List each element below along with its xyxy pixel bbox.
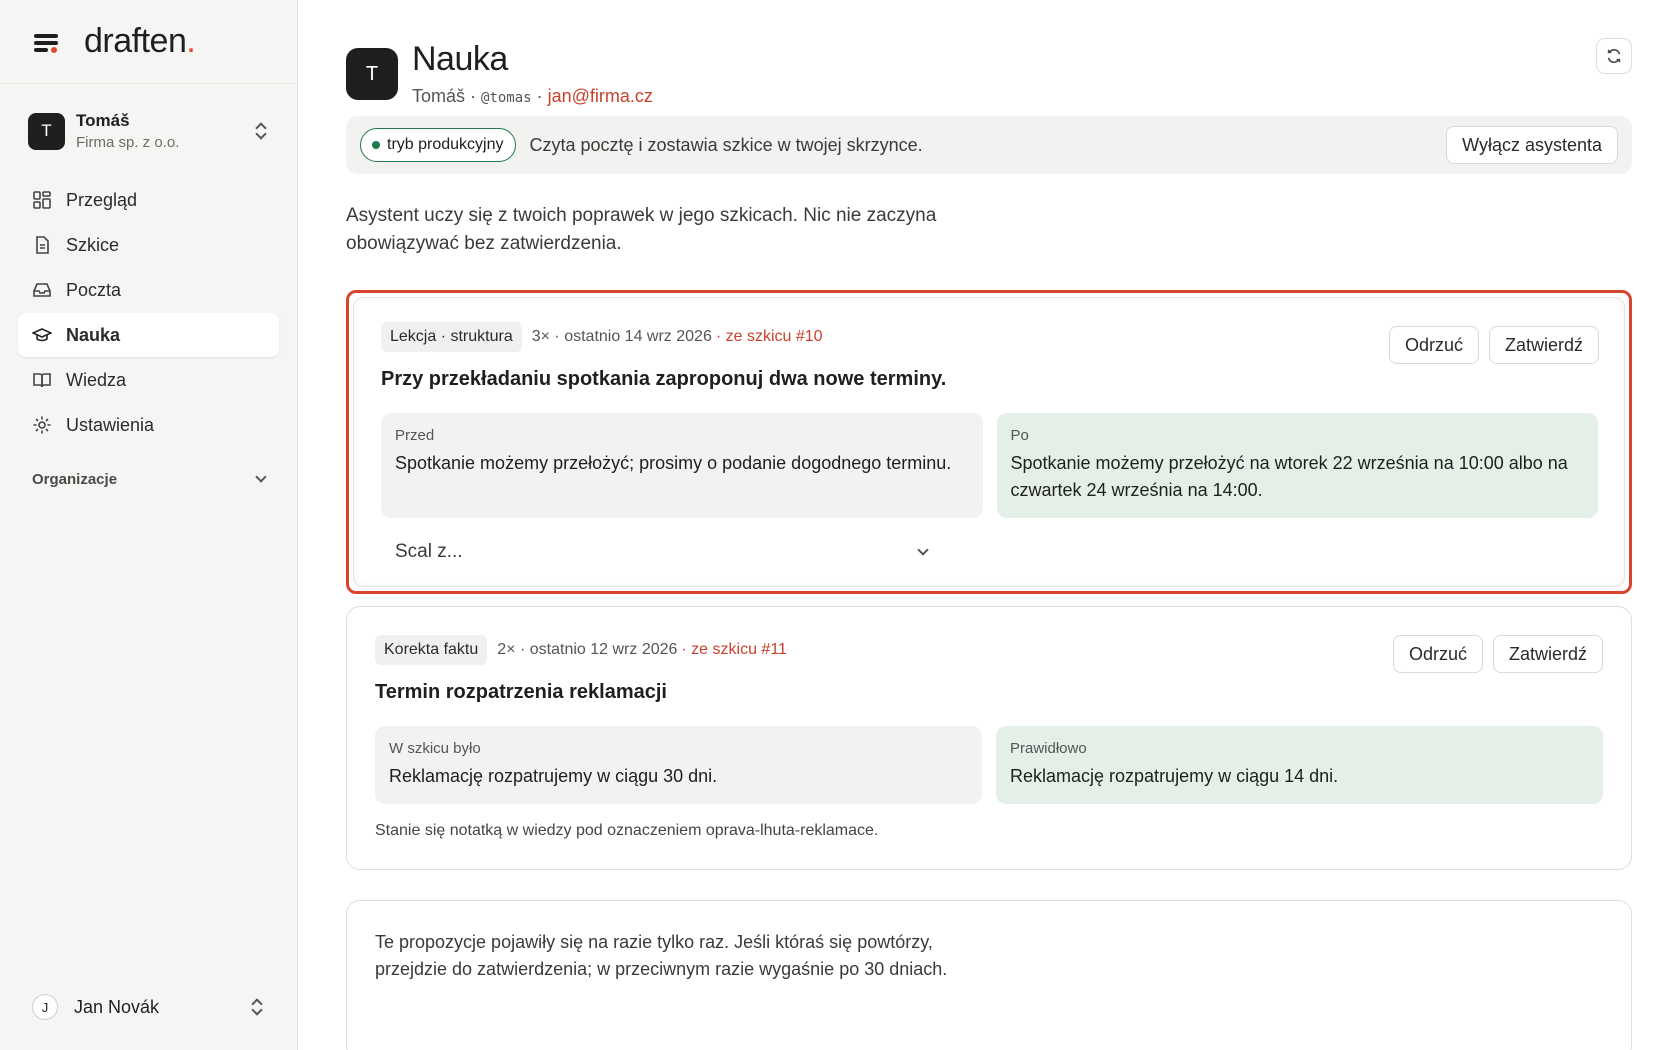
sidebar-item-przeglad[interactable]: Przegląd <box>18 178 279 222</box>
chevron-updown-icon <box>249 997 265 1017</box>
page-title: Nauka <box>412 40 508 78</box>
sidebar-item-label: Nauka <box>66 324 121 345</box>
comparison: Przed Spotkanie możemy przełożyć; prosim… <box>381 413 1598 518</box>
main-content: T Nauka Tomáš · @tomas · jan@firma.cz tr… <box>298 0 1680 1050</box>
graduation-cap-icon <box>32 325 52 345</box>
organizations-toggle[interactable]: Organizacje <box>0 463 297 495</box>
lesson-title: Termin rozpatrzenia reklamacji <box>375 681 667 703</box>
page-header: T Nauka Tomáš · @tomas · jan@firma.cz <box>346 0 1632 116</box>
lesson-tag: Korekta faktu <box>375 635 488 665</box>
owner-email[interactable]: jan@firma.cz <box>548 86 653 106</box>
before-label: W szkicu było <box>389 740 481 757</box>
chevron-updown-icon <box>253 121 269 141</box>
sidebar-item-wiedza[interactable]: Wiedza <box>18 358 279 402</box>
lesson-title: Przy przekładaniu spotkania zaproponuj d… <box>381 368 947 390</box>
sidebar-item-szkice[interactable]: Szkice <box>18 223 279 267</box>
sidebar-item-label: Szkice <box>66 234 120 255</box>
gear-icon <box>32 415 52 435</box>
inbox-icon <box>32 280 52 300</box>
status-dot-icon <box>372 141 380 149</box>
pending-note: Te propozycje pojawiły się na razie tylk… <box>375 932 948 979</box>
source-draft-link[interactable]: · ze szkicu #11 <box>681 641 787 659</box>
book-icon <box>32 370 52 390</box>
last-seen: · ostatnio 14 wrz 2026 <box>554 328 712 345</box>
after-box: Prawidłowo Reklamację rozpatrujemy w cią… <box>996 726 1603 804</box>
sidebar-item-label: Wiedza <box>66 369 127 390</box>
page-subtitle: Tomáš · @tomas · jan@firma.cz <box>412 86 653 107</box>
mode-badge: tryb produkcyjny <box>360 128 516 162</box>
logo[interactable]: draften. <box>84 22 196 61</box>
disable-assistant-button[interactable]: Wyłącz asystenta <box>1446 126 1618 164</box>
chevron-down-icon <box>917 544 929 556</box>
approve-button[interactable]: Zatwierdź <box>1488 326 1599 364</box>
account-name: Tomáš <box>76 111 130 130</box>
source-draft-link[interactable]: · ze szkicu #10 <box>716 328 823 346</box>
refresh-button[interactable] <box>1596 38 1632 74</box>
after-text: Reklamację rozpatrujemy w ciągu 14 dni. <box>1010 766 1339 786</box>
sidebar-item-label: Ustawienia <box>66 414 155 435</box>
sidebar-item-label: Poczta <box>66 279 122 300</box>
fact-correction-card: Korekta faktu 2× · ostatnio 12 wrz 2026 … <box>346 606 1632 870</box>
user-avatar: J <box>32 994 58 1020</box>
account-avatar: T <box>28 112 65 150</box>
before-box: W szkicu było Reklamację rozpatrujemy w … <box>375 726 982 804</box>
sidebar-item-nauka[interactable]: Nauka <box>18 313 279 357</box>
after-label: Po <box>1010 427 1029 444</box>
refresh-icon <box>1607 49 1621 63</box>
before-box: Przed Spotkanie możemy przełożyć; prosim… <box>381 413 983 518</box>
pending-info-card: Te propozycje pojawiły się na razie tylk… <box>346 900 1632 1050</box>
after-box: Po Spotkanie możemy przełożyć na wtorek … <box>996 413 1598 518</box>
sidebar-item-ustawienia[interactable]: Ustawienia <box>18 403 279 447</box>
mode-label: tryb produkcyjny <box>387 136 504 153</box>
document-icon <box>32 235 52 255</box>
after-text: Spotkanie możemy przełożyć na wtorek 22 … <box>1010 453 1568 500</box>
sidebar-nav: Przegląd Szkice Poczta Nauka Wiedza Usta… <box>0 178 297 447</box>
before-text: Reklamację rozpatrujemy w ciągu 30 dni. <box>389 766 718 786</box>
merge-select-value: Scal z... <box>395 541 463 562</box>
organizations-label: Organizacje <box>32 470 118 488</box>
user-menu[interactable]: J Jan Novák <box>32 994 265 1020</box>
lesson-card: Lekcja · struktura 3× · ostatnio 14 wrz … <box>346 290 1632 594</box>
last-seen: · ostatnio 12 wrz 2026 <box>519 641 678 658</box>
before-label: Przed <box>395 427 435 444</box>
separator: · <box>531 86 548 106</box>
user-name: Jan Novák <box>74 996 160 1017</box>
knowledge-note: Stanie się notatką w wiedzy pod oznaczen… <box>375 822 879 839</box>
menu-icon[interactable] <box>32 29 62 55</box>
occurrence-count: 2× <box>497 641 516 658</box>
merge-select[interactable]: Scal z... <box>395 532 935 572</box>
approve-button[interactable]: Zatwierdź <box>1492 635 1603 673</box>
intro-text: Asystent uczy się z twoich poprawek w je… <box>346 205 937 254</box>
owner-handle: @tomas <box>481 90 532 106</box>
chevron-down-icon <box>255 471 267 483</box>
assistant-avatar: T <box>346 48 398 100</box>
after-label: Prawidłowo <box>1010 740 1087 757</box>
occurrence-count: 3× <box>531 328 550 345</box>
account-switcher[interactable]: T Tomáš Firma sp. z o.o. <box>0 84 297 178</box>
reject-button[interactable]: Odrzuć <box>1392 635 1483 673</box>
sidebar: draften. T Tomáš Firma sp. z o.o. Przegl… <box>0 0 298 1050</box>
brand-bar: draften. <box>0 0 297 84</box>
sidebar-item-poczta[interactable]: Poczta <box>18 268 279 312</box>
comparison: W szkicu było Reklamację rozpatrujemy w … <box>375 726 1603 804</box>
lesson-tag: Lekcja · struktura <box>381 322 522 352</box>
owner-name: Tomáš <box>412 86 466 106</box>
reject-button[interactable]: Odrzuć <box>1388 326 1479 364</box>
account-org: Firma sp. z o.o. <box>76 134 180 151</box>
status-banner: tryb produkcyjny Czyta pocztę i zostawia… <box>346 116 1632 174</box>
dashboard-icon <box>32 190 52 210</box>
banner-text: Czyta pocztę i zostawia szkice w twojej … <box>529 134 923 155</box>
sidebar-item-label: Przegląd <box>66 189 138 210</box>
separator: · <box>465 86 482 106</box>
before-text: Spotkanie możemy przełożyć; prosimy o po… <box>395 453 952 473</box>
